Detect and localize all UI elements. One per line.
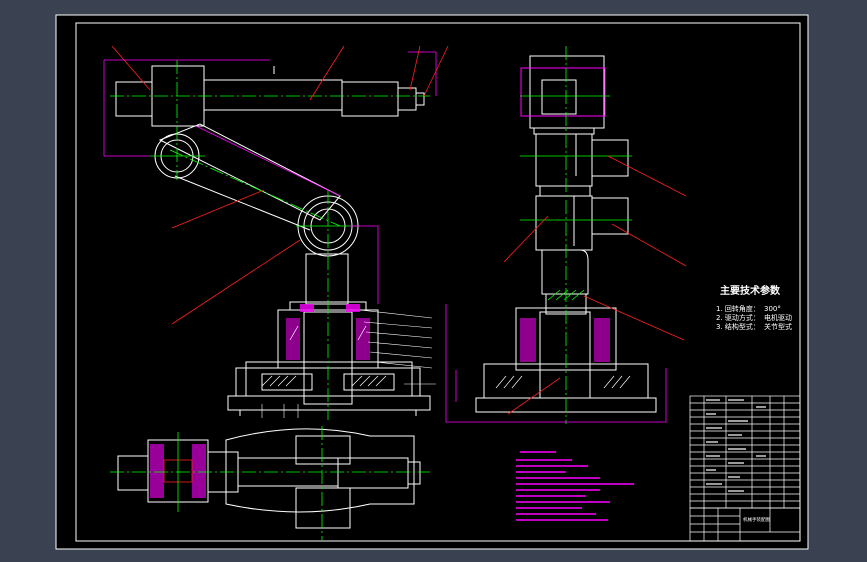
- tech-param-value-3: 关节型式: [764, 322, 792, 331]
- tech-param-label-2: 2. 驱动方式：: [716, 313, 760, 322]
- tech-param-value-2: 电机驱动: [764, 313, 792, 322]
- tech-param-label-3: 3. 结构型式：: [716, 322, 760, 331]
- drawing-canvas[interactable]: 主要技术参数 1. 回转角度： 300° 2. 驱动方式： 电机驱动 3. 结构…: [0, 0, 867, 562]
- tech-param-value-1: 300°: [764, 305, 781, 313]
- cad-viewport[interactable]: 主要技术参数 1. 回转角度： 300° 2. 驱动方式： 电机驱动 3. 结构…: [0, 0, 867, 562]
- tech-param-label-1: 1. 回转角度：: [716, 304, 760, 313]
- title-block-drawing-name: 机械手装配图: [743, 516, 770, 523]
- drawing-sheet: [55, 14, 809, 550]
- tech-params-title: 主要技术参数: [720, 284, 781, 297]
